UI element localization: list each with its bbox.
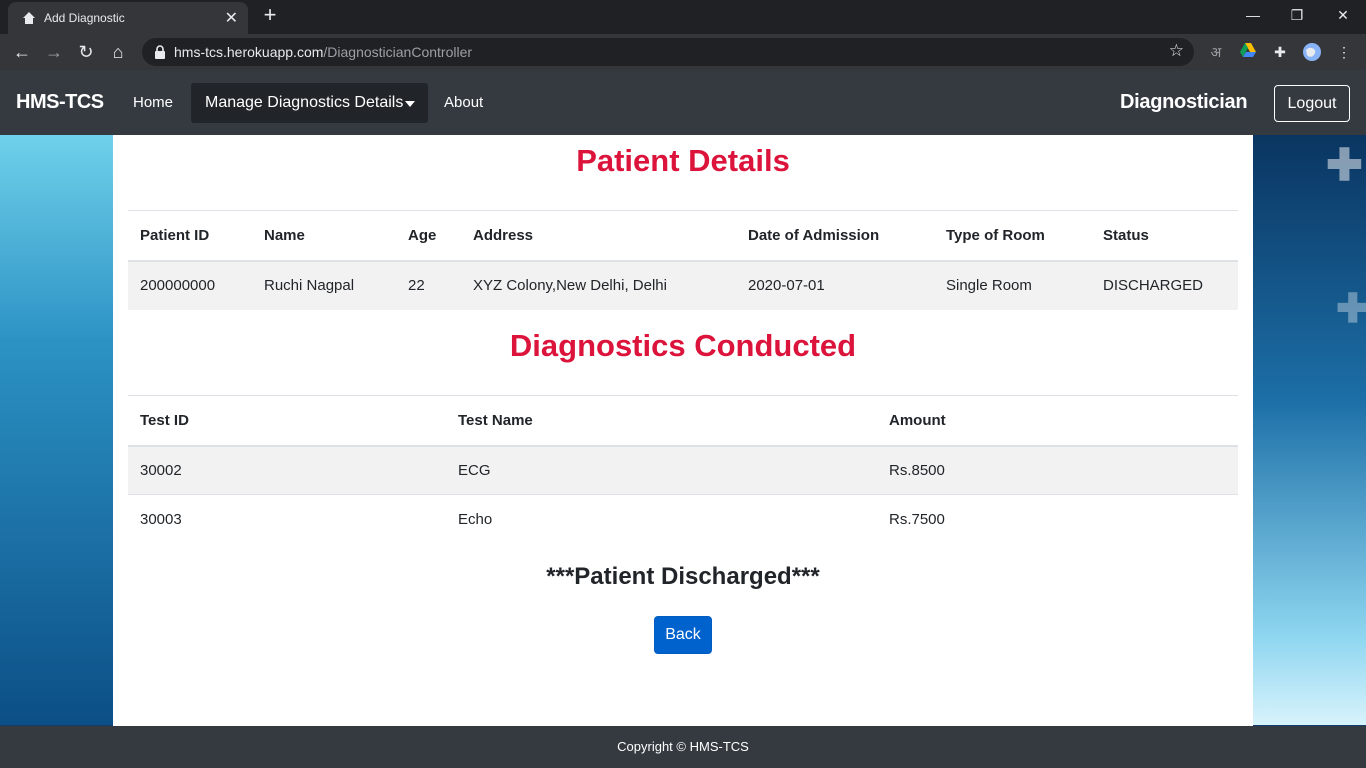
profile-avatar-icon[interactable] [1302, 42, 1322, 62]
content-card: Patient Details Patient ID Name Age Addr… [113, 135, 1253, 726]
user-role-label: Diagnostician [1120, 91, 1248, 113]
new-tab-icon[interactable]: + [258, 4, 282, 28]
nav-home-link[interactable]: Home [133, 94, 173, 111]
col-date-of-admission: Date of Admission [736, 210, 934, 262]
table-row: 30002 ECG Rs.8500 [128, 445, 1238, 495]
reload-icon[interactable]: ↻ [74, 40, 98, 64]
drive-icon[interactable] [1238, 42, 1258, 62]
extensions-puzzle-icon[interactable]: ✚ [1270, 42, 1290, 62]
close-tab-icon[interactable]: ✕ [225, 8, 238, 28]
minimize-icon[interactable]: — [1230, 0, 1276, 30]
caret-down-icon [405, 101, 415, 107]
cell-address: XYZ Colony,New Delhi, Delhi [461, 260, 736, 310]
address-bar[interactable]: hms-tcs.herokuapp.com/DiagnosticianContr… [142, 38, 1194, 66]
url-text: hms-tcs.herokuapp.com/DiagnosticianContr… [174, 44, 472, 60]
col-test-id: Test ID [128, 395, 446, 447]
medical-cross-outline-icon: ✚ [1336, 287, 1366, 331]
col-age: Age [396, 210, 461, 262]
tab-title: Add Diagnostic [44, 11, 125, 25]
forward-arrow-icon[interactable]: → [42, 40, 66, 64]
globe-avatar-icon [1303, 43, 1321, 61]
home-icon[interactable]: ⌂ [106, 40, 130, 64]
lock-icon [155, 45, 165, 59]
patient-details-table: Patient ID Name Age Address Date of Admi… [128, 210, 1238, 310]
patient-details-heading: Patient Details [576, 143, 790, 178]
cell-test-id: 30002 [128, 445, 446, 495]
col-name: Name [252, 210, 396, 262]
translate-icon[interactable]: अ [1206, 42, 1226, 62]
col-patient-id: Patient ID [128, 210, 252, 262]
diagnostics-header-row: Test ID Test Name Amount [128, 395, 1238, 447]
app-navbar: HMS-TCS Home Manage Diagnostics Details … [0, 70, 1366, 135]
logout-button[interactable]: Logout [1274, 85, 1350, 122]
dropdown-label: Manage Diagnostics Details [205, 94, 404, 111]
footer-copyright: Copyright © HMS-TCS [0, 726, 1366, 768]
cell-status: DISCHARGED [1091, 260, 1238, 310]
url-host: hms-tcs.herokuapp.com [174, 44, 324, 60]
drive-logo-icon [1240, 43, 1256, 57]
table-row: 30003 Echo Rs.7500 [128, 494, 1238, 544]
manage-diagnostics-dropdown[interactable]: Manage Diagnostics Details [191, 83, 428, 123]
cell-test-name: ECG [446, 445, 877, 495]
back-arrow-icon[interactable]: ← [10, 40, 34, 64]
url-path: /DiagnosticianController [323, 44, 473, 60]
page-viewport: ✚ ✚ HMS-TCS Home Manage Diagnostics Deta… [0, 70, 1366, 768]
col-test-name: Test Name [446, 395, 877, 447]
window-close-icon[interactable]: ✕ [1320, 0, 1366, 30]
browser-tabstrip: Add Diagnostic ✕ + — ❐ ✕ [0, 0, 1366, 34]
browser-tab[interactable]: Add Diagnostic ✕ [8, 2, 248, 34]
patient-header-row: Patient ID Name Age Address Date of Admi… [128, 210, 1238, 262]
nav-about-link[interactable]: About [444, 94, 483, 111]
cell-date-of-admission: 2020-07-01 [736, 260, 934, 310]
cell-name: Ruchi Nagpal [252, 260, 396, 310]
background-right [1253, 135, 1366, 725]
diagnostics-conducted-heading: Diagnostics Conducted [509, 328, 857, 363]
restore-icon[interactable]: ❐ [1274, 0, 1320, 30]
cell-patient-id: 200000000 [128, 260, 252, 310]
home-favicon-icon [23, 12, 35, 24]
col-type-of-room: Type of Room [934, 210, 1091, 262]
cell-type-of-room: Single Room [934, 260, 1091, 310]
brand-logo[interactable]: HMS-TCS [16, 91, 104, 114]
bookmark-star-icon[interactable]: ☆ [1169, 41, 1184, 61]
col-status: Status [1091, 210, 1238, 262]
col-address: Address [461, 210, 736, 262]
cell-amount: Rs.8500 [877, 445, 1238, 495]
patient-discharged-message: ***Patient Discharged*** [546, 563, 820, 590]
background-left [0, 135, 113, 725]
diagnostics-table: Test ID Test Name Amount 30002 ECG Rs.85… [128, 395, 1238, 544]
cell-test-id: 30003 [128, 494, 446, 544]
cell-amount: Rs.7500 [877, 494, 1238, 544]
browser-toolbar: ← → ↻ ⌂ hms-tcs.herokuapp.com/Diagnostic… [0, 34, 1366, 70]
medical-cross-icon: ✚ [1326, 141, 1363, 190]
back-button[interactable]: Back [654, 616, 712, 654]
col-amount: Amount [877, 395, 1238, 447]
cell-test-name: Echo [446, 494, 877, 544]
cell-age: 22 [396, 260, 461, 310]
browser-menu-icon[interactable]: ⋮ [1334, 42, 1354, 62]
table-row: 200000000 Ruchi Nagpal 22 XYZ Colony,New… [128, 260, 1238, 310]
